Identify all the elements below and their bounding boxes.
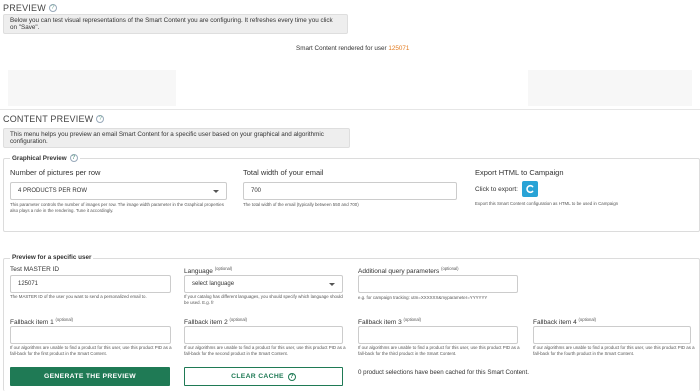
query-params-label: Additional query parameters (optional) [358,266,459,275]
fallback-item-3-label: Fallback item 3 (optional) [358,317,421,326]
preview-section-title: PREVIEW ? [3,3,57,13]
preview-info-box: Below you can test visual representation… [3,14,348,34]
content-preview-info-text: This menu helps you preview an email Sma… [10,131,324,145]
fallback-item-2-hint: If our algorithms are unable to find a p… [184,345,346,357]
cached-selections-text: 0 product selections have been cached fo… [358,369,529,376]
language-hint: If your catalog has different languages,… [184,294,343,306]
content-preview-info-box: This menu helps you preview an email Sma… [3,128,350,148]
generate-preview-button[interactable]: GENERATE THE PREVIEW [10,367,170,386]
master-id-value: 125071 [18,281,39,287]
optional-tag: (optional) [578,317,596,322]
pictures-per-row-hint: This parameter controls the number of im… [10,202,224,214]
export-html-hint: Export this Smart Content configuration … [475,201,619,206]
rendered-prefix: Smart Content rendered for user [296,45,387,52]
master-id-input[interactable]: 125071 [10,275,171,293]
specific-user-legend-text: Preview for a specific user [12,254,92,261]
fallback-item-4-input[interactable] [533,326,691,344]
click-to-export-label: Click to export: [475,186,518,193]
language-label: Language (optional) [184,266,232,275]
help-icon[interactable]: ? [48,4,57,12]
fallback-item-1-input[interactable] [10,326,171,344]
optional-tag: (optional) [55,317,73,322]
content-preview-section-title: CONTENT PREVIEW ? [3,114,105,124]
graphical-preview-legend: Graphical Preview ? [10,154,80,162]
fallback-item-4-label: Fallback item 4 (optional) [533,317,596,326]
optional-tag: (optional) [441,266,459,271]
optional-tag: (optional) [229,317,247,322]
preview-thumbnail-right [528,70,692,106]
email-width-input[interactable]: 700 [243,182,457,200]
fallback-item-2-label: Fallback item 2 (optional) [184,317,247,326]
email-width-hint: The total width of the email (typically … [243,202,359,207]
generate-preview-label: GENERATE THE PREVIEW [44,373,136,380]
export-to-campaign-button[interactable] [522,181,538,197]
preview-title: PREVIEW [3,3,46,13]
chevron-down-icon [329,282,335,286]
help-icon[interactable]: ? [96,115,105,123]
query-params-hint: e.g. for campaign tracking: utm=XXXXXX&m… [358,295,488,300]
help-icon[interactable]: ? [69,154,78,162]
fallback-item-1-label: Fallback item 1 (optional) [10,317,73,326]
graphical-preview-legend-text: Graphical Preview [12,154,67,162]
help-icon: ? [287,372,296,381]
rendered-status: Smart Content rendered for user 125071 [296,45,409,52]
language-value: select language [192,281,235,287]
master-id-hint: The MASTER ID of the user you want to se… [10,294,147,299]
optional-tag: (optional) [214,266,233,271]
pictures-per-row-label: Number of pictures per row [10,168,101,177]
query-params-input[interactable] [358,275,518,293]
campaign-export-icon [526,184,534,194]
preview-thumbnail-left [8,70,176,106]
specific-user-legend: Preview for a specific user [10,254,94,261]
fallback-item-2-input[interactable] [184,326,343,344]
preview-info-text: Below you can test visual representation… [10,17,333,31]
fallback-item-3-hint: If our algorithms are unable to find a p… [358,345,520,357]
rendered-user-id: 125071 [388,45,410,52]
clear-cache-button[interactable]: CLEAR CACHE ? [184,367,343,386]
email-width-value: 700 [251,188,262,194]
pictures-per-row-select[interactable]: 4 PRODUCTS PER ROW [10,182,227,200]
optional-tag: (optional) [403,317,421,322]
email-width-label: Total width of your email [243,168,324,177]
chevron-down-icon [213,189,219,193]
fallback-item-4-hint: If our algorithms are unable to find a p… [533,345,695,357]
master-id-label: Test MASTER ID [10,266,60,273]
content-preview-title: CONTENT PREVIEW [3,114,94,124]
divider [0,109,700,110]
clear-cache-label: CLEAR CACHE [231,373,284,380]
export-html-label: Export HTML to Campaign [475,168,564,177]
fallback-item-3-input[interactable] [358,326,518,344]
fallback-item-1-hint: If our algorithms are unable to find a p… [10,345,172,357]
pictures-per-row-value: 4 PRODUCTS PER ROW [18,188,88,194]
language-select[interactable]: select language [184,275,343,293]
